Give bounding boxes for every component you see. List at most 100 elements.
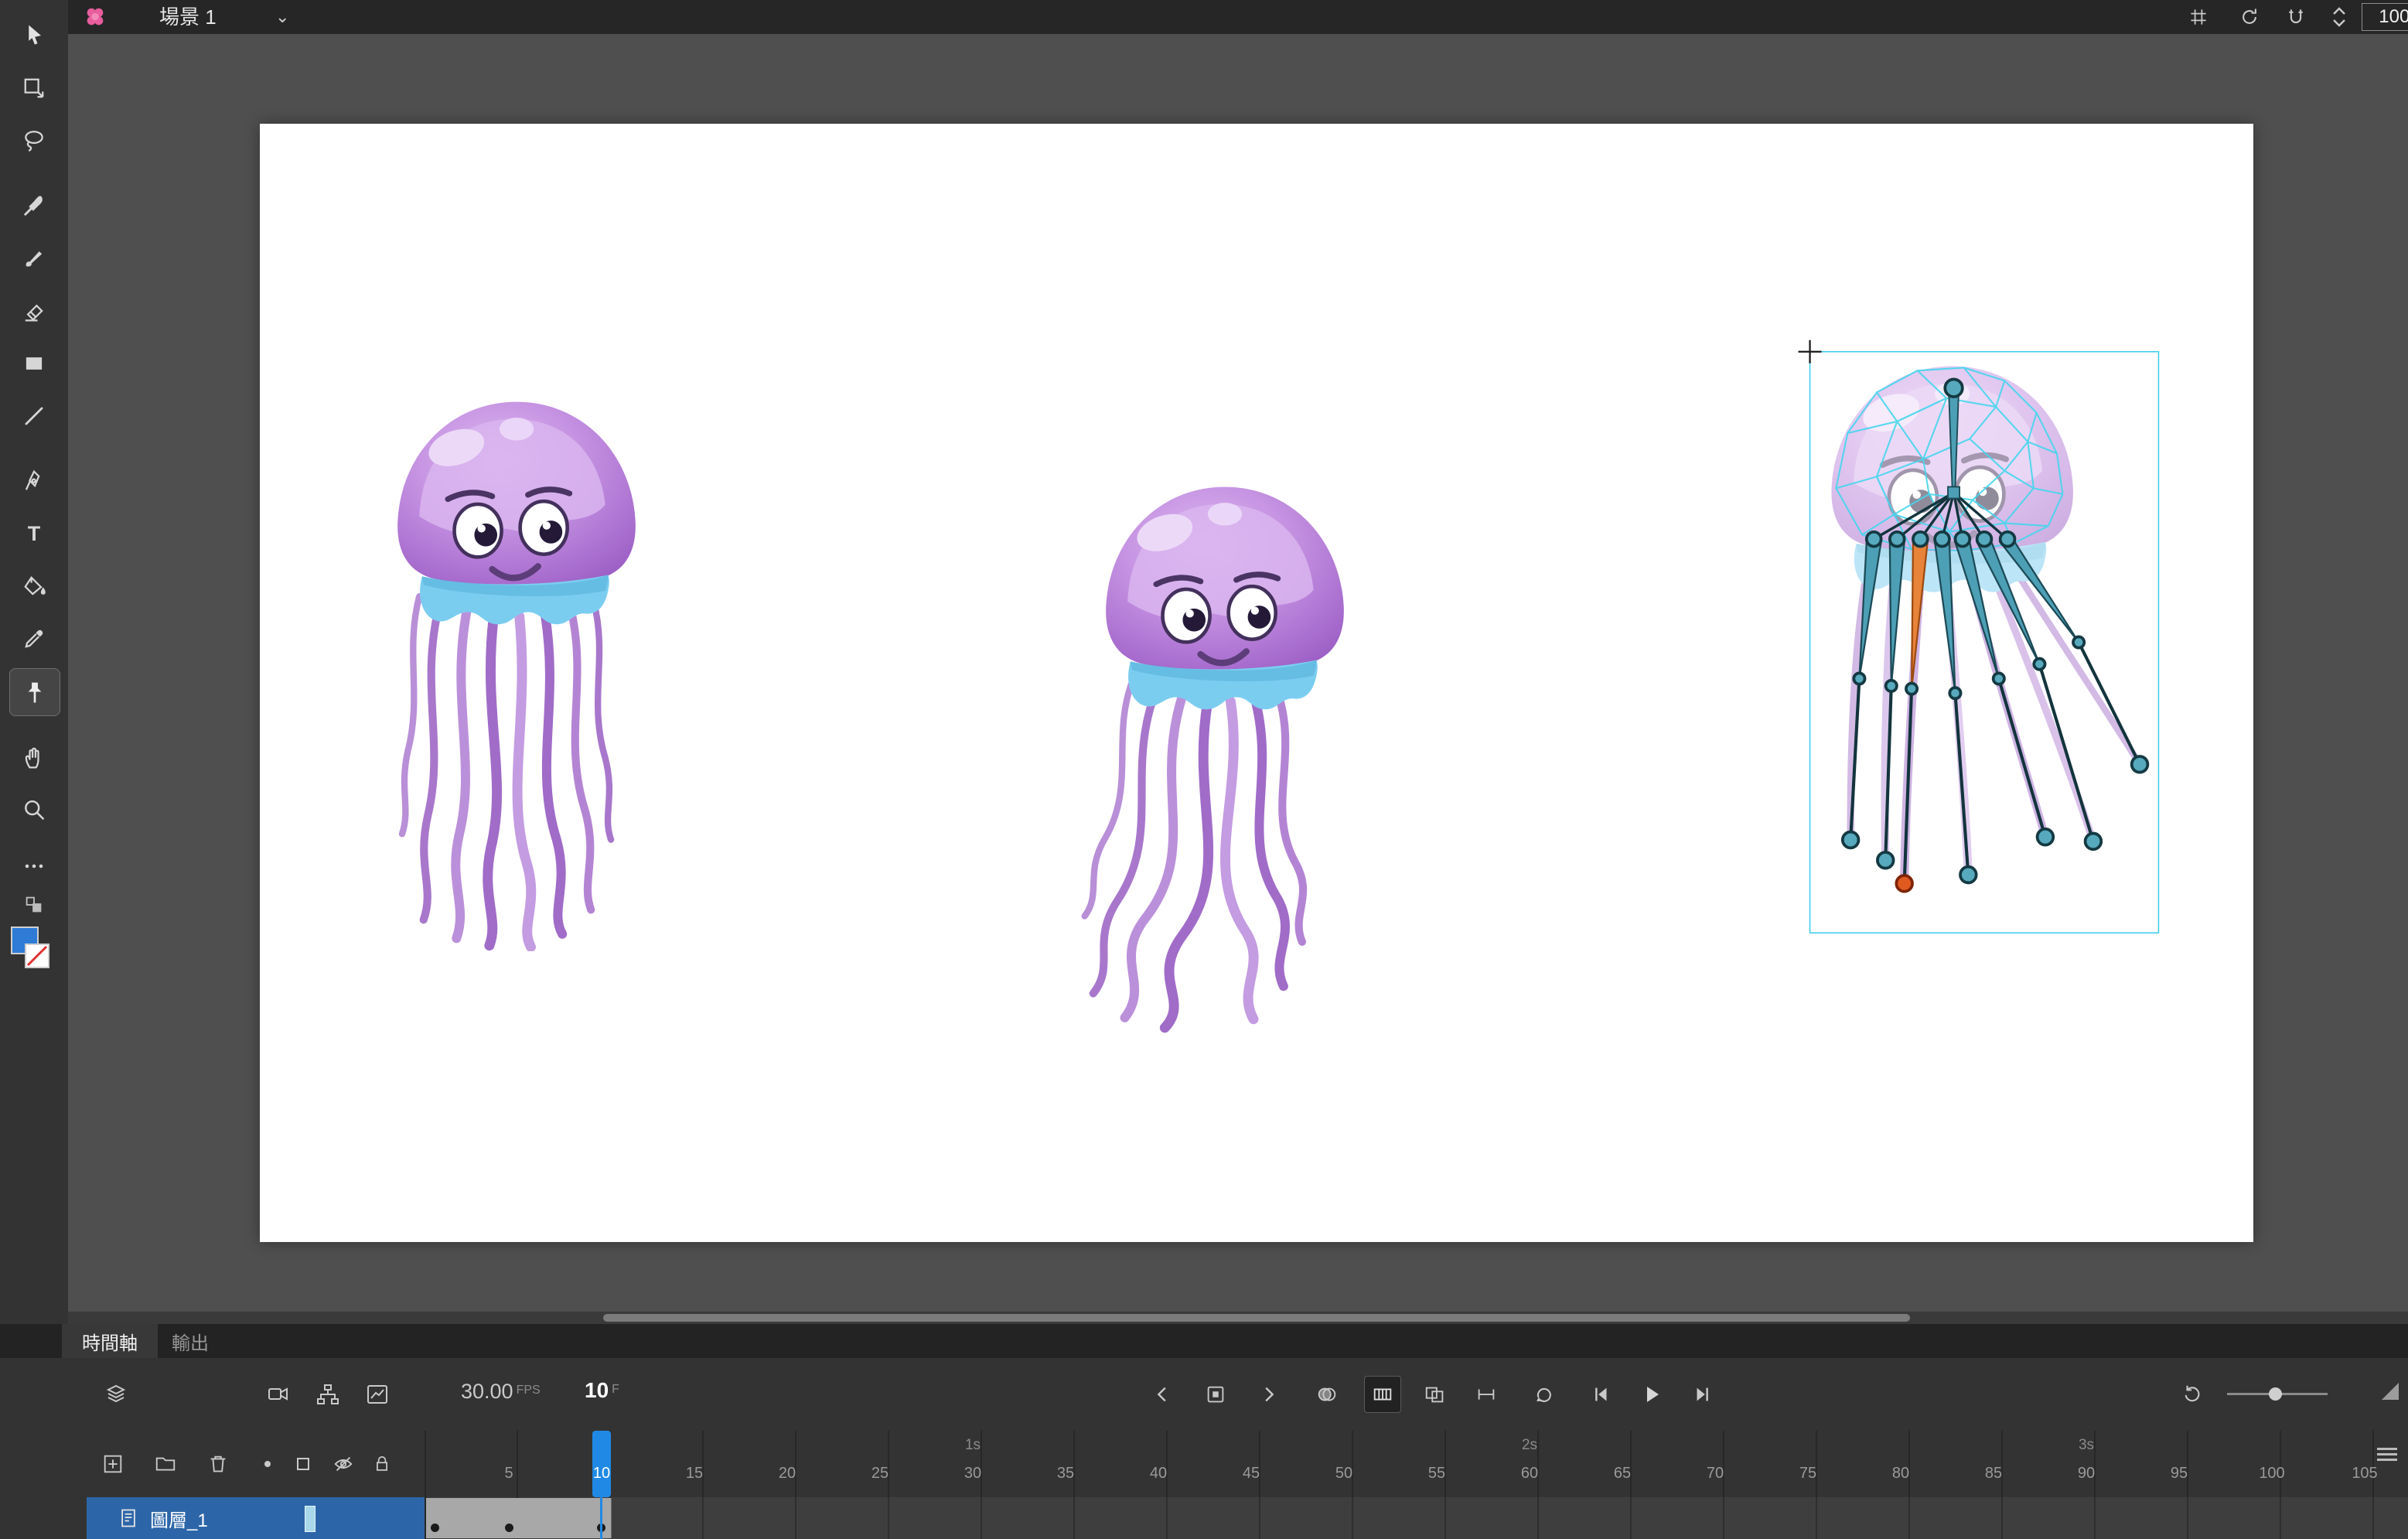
paint-bucket-tool[interactable] (9, 563, 59, 609)
ruler-frame-label: 15 (685, 1465, 704, 1482)
lasso-tool[interactable] (9, 118, 59, 164)
jellyfish-pose-1[interactable] (345, 379, 688, 951)
fill-stroke-swatches[interactable] (11, 926, 57, 976)
loop-button[interactable] (1528, 1379, 1559, 1410)
tab-timeline[interactable]: 時間軸 (62, 1324, 158, 1358)
keyframe-dot-5[interactable] (505, 1524, 513, 1532)
frame-unit: F (612, 1382, 619, 1396)
reset-timeline-zoom-button[interactable] (2178, 1379, 2208, 1410)
keyframe-dot-1[interactable] (431, 1524, 439, 1532)
fps-field[interactable]: 30.00 FPS (461, 1380, 541, 1404)
timeline-ruler-row: 5 10 15 20 25 30 35 40 45 50 55 60 65 70 75 80 85 90 95 100… (0, 1431, 2408, 1498)
layer-row[interactable]: 圖層_1 (0, 1497, 2408, 1539)
svg-text:T: T (28, 522, 41, 545)
ruler-frame-label: 80 (1891, 1465, 1910, 1482)
ruler-frame-label: 10 (592, 1465, 611, 1482)
play-button[interactable] (1636, 1379, 1667, 1410)
marker-range-button[interactable] (1471, 1379, 1502, 1410)
ruler-frame-label: 75 (1799, 1465, 1817, 1482)
panel-corner-grip[interactable] (2380, 1381, 2400, 1401)
zoom-tool[interactable] (9, 787, 59, 834)
playhead-line[interactable] (600, 1497, 602, 1539)
default-colors-icon[interactable] (9, 891, 59, 919)
ruler-frame-label: 85 (1984, 1465, 2003, 1482)
hand-tool[interactable] (9, 735, 59, 781)
current-frame-field[interactable]: 10 F (585, 1378, 619, 1403)
stage-h-scrollbar[interactable] (68, 1312, 2408, 1324)
onion-skin-button[interactable] (1311, 1379, 1342, 1410)
scene-dropdown-chevron[interactable]: ⌄ (275, 0, 289, 34)
jellyfish-rigged[interactable] (1792, 334, 2176, 950)
layer-doc-icon (118, 1507, 139, 1529)
timeline-zoom-slider-knob[interactable] (2269, 1387, 2282, 1401)
fps-value[interactable]: 30.00 (461, 1380, 513, 1403)
layer-frames-track[interactable] (425, 1497, 2408, 1539)
layers-panel-icon[interactable] (101, 1379, 131, 1410)
highlight-column-header[interactable] (252, 1449, 283, 1479)
more-tools-button[interactable] (9, 851, 59, 882)
fill-color-swatch[interactable] (25, 944, 49, 968)
outline-column-header[interactable] (288, 1449, 319, 1479)
timeline-menu-button[interactable] (2377, 1445, 2397, 1464)
timeline-zoom-slider[interactable] (2227, 1387, 2328, 1401)
lock-column-header[interactable] (367, 1449, 397, 1479)
eraser-tool[interactable] (9, 288, 59, 334)
ruler-second-label: 3s (2078, 1437, 2095, 1453)
layer-name[interactable]: 圖層_1 (150, 1505, 208, 1532)
ruler-frame-label: 60 (1520, 1465, 1539, 1482)
ruler-second-label: 2s (1521, 1437, 1538, 1453)
eyedropper-tool[interactable] (9, 616, 59, 662)
onion-skin-range-button[interactable] (1364, 1376, 1401, 1413)
timeline-toolbar: 30.00 FPS 10 F (0, 1358, 2408, 1432)
free-transform-tool[interactable] (9, 65, 59, 111)
animate-logo[interactable] (82, 5, 108, 29)
add-layer-button[interactable] (97, 1449, 128, 1479)
ruler-frame-label: 100 (2259, 1465, 2285, 1482)
add-folder-button[interactable] (150, 1449, 181, 1479)
snap-icon[interactable] (2283, 5, 2309, 29)
selected-bone[interactable] (1910, 541, 1929, 689)
scene-breadcrumb[interactable]: 場景 1 (159, 0, 217, 34)
layer-row-selected[interactable]: 圖層_1 (87, 1497, 425, 1539)
pasteboard[interactable] (68, 34, 2408, 1312)
delete-layer-button[interactable] (203, 1449, 234, 1479)
prev-keyframe-button[interactable] (1148, 1379, 1178, 1410)
line-tool[interactable] (9, 393, 59, 439)
rectangle-tool[interactable] (9, 340, 59, 387)
ruler-frame-label: 105 (2352, 1465, 2378, 1482)
step-forward-button[interactable] (1687, 1379, 1718, 1410)
hierarchy-icon[interactable] (312, 1379, 343, 1410)
visibility-column-header[interactable] (328, 1449, 359, 1479)
stage-h-scrollbar-thumb[interactable] (603, 1314, 1910, 1322)
rotate-canvas-icon[interactable] (2236, 5, 2263, 29)
fluid-brush-tool[interactable] (9, 183, 59, 229)
asset-warp-tool[interactable] (9, 668, 60, 716)
step-back-button[interactable] (1585, 1379, 1616, 1410)
zoom-level-field[interactable]: 100% (2362, 3, 2408, 31)
classic-brush-tool[interactable] (9, 235, 59, 282)
timeline-panel: 時間軸 輸出 30.00 FPS 10 F 5 10 15 20 25 30 3… (0, 1324, 2408, 1539)
ruler-frame-label: 55 (1427, 1465, 1446, 1482)
edit-multiple-frames-button[interactable] (1420, 1379, 1451, 1410)
panel-frames-divider (425, 1497, 426, 1539)
tools-panel: T (0, 0, 69, 1324)
next-keyframe-button[interactable] (1253, 1379, 1284, 1410)
playhead-marker[interactable] (592, 1431, 611, 1497)
pen-tool[interactable] (9, 458, 59, 504)
grid-icon[interactable] (2185, 5, 2212, 29)
transform-origin-crosshair[interactable] (1798, 340, 1822, 363)
jellyfish-pose-2[interactable] (1053, 464, 1397, 1036)
stepper-icon[interactable] (2328, 3, 2351, 31)
selection-tool[interactable] (9, 12, 59, 59)
camera-icon[interactable] (263, 1379, 294, 1410)
center-frame-button[interactable] (1200, 1379, 1231, 1410)
keyframe-span[interactable] (500, 1498, 593, 1538)
ruler-frame-label: 30 (964, 1465, 982, 1482)
text-tool[interactable]: T (9, 510, 59, 557)
selected-joint[interactable] (1895, 874, 1914, 893)
current-frame-value[interactable]: 10 (585, 1378, 609, 1402)
keyframe-span[interactable] (425, 1498, 500, 1538)
frame-ruler[interactable]: 5 10 15 20 25 30 35 40 45 50 55 60 65 70 75 80 85 90 95 100… (425, 1431, 2408, 1497)
tab-output[interactable]: 輸出 (152, 1324, 229, 1358)
graph-editor-icon[interactable] (362, 1379, 393, 1410)
